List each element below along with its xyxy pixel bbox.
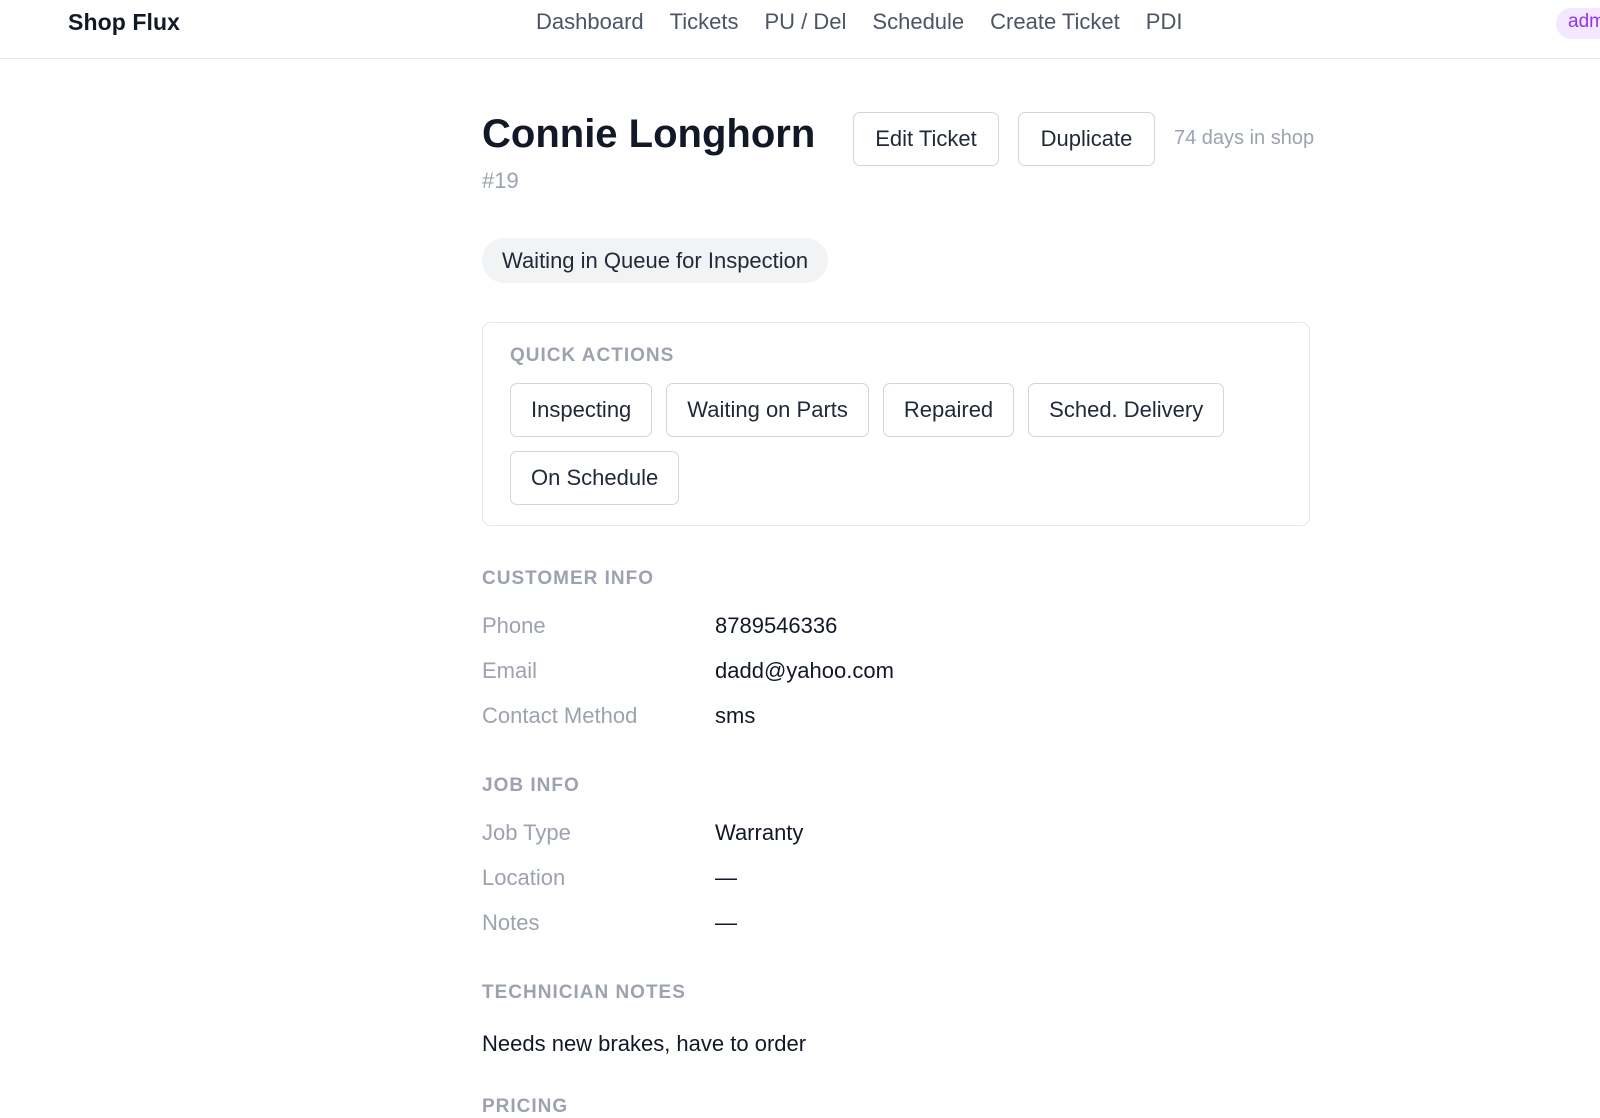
notes-value: — — [715, 910, 737, 935]
inspecting-button[interactable]: Inspecting — [510, 383, 653, 437]
job-type-label: Job Type — [482, 820, 571, 845]
app-brand[interactable]: Shop Flux — [68, 9, 180, 36]
info-row-location: Location — — [482, 865, 1310, 910]
info-row-phone: Phone 8789546336 — [482, 613, 1310, 658]
nav-link-create-ticket[interactable]: Create Ticket — [990, 9, 1120, 35]
top-navigation-bar: Shop Flux Dashboard Tickets PU / Del Sch… — [0, 0, 1600, 59]
phone-value: 8789546336 — [715, 613, 838, 638]
pricing-heading: PRICING — [482, 1096, 569, 1117]
main-nav: Dashboard Tickets PU / Del Schedule Crea… — [536, 9, 1182, 35]
ticket-number: #19 — [482, 168, 519, 193]
customer-info-heading: CUSTOMER INFO — [482, 568, 655, 589]
status-badge: Waiting in Queue for Inspection — [482, 238, 829, 283]
page-title: Connie Longhorn — [482, 112, 816, 156]
info-row-contact-method: Contact Method sms — [482, 703, 1310, 748]
job-info-heading: JOB INFO — [482, 775, 580, 796]
contact-method-label: Contact Method — [482, 703, 638, 728]
on-schedule-button[interactable]: On Schedule — [510, 451, 680, 505]
location-label: Location — [482, 865, 566, 890]
sched-delivery-button[interactable]: Sched. Delivery — [1028, 383, 1225, 437]
quick-actions-heading: QUICK ACTIONS — [510, 345, 675, 366]
quick-actions-buttons: Inspecting Waiting on Parts Repaired Sch… — [510, 383, 1270, 505]
nav-link-tickets[interactable]: Tickets — [670, 9, 739, 35]
nav-link-pdi[interactable]: PDI — [1146, 9, 1183, 35]
info-row-notes: Notes — — [482, 910, 1310, 955]
job-info-rows: Job Type Warranty Location — Notes — — [482, 820, 1310, 955]
edit-ticket-button[interactable]: Edit Ticket — [853, 112, 999, 166]
duplicate-button[interactable]: Duplicate — [1018, 112, 1155, 166]
customer-info-section: CUSTOMER INFO Phone 8789546336 Email dad… — [482, 568, 1310, 748]
contact-method-value: sms — [715, 703, 756, 728]
nav-link-dashboard[interactable]: Dashboard — [536, 9, 644, 35]
customer-info-rows: Phone 8789546336 Email dadd@yahoo.com Co… — [482, 613, 1310, 748]
info-row-email: Email dadd@yahoo.com — [482, 658, 1310, 703]
notes-label: Notes — [482, 910, 540, 935]
technician-notes-heading: TECHNICIAN NOTES — [482, 982, 686, 1003]
location-value: — — [715, 865, 737, 890]
ticket-header: Connie Longhorn Edit Ticket Duplicate 74… — [482, 110, 1314, 170]
info-row-job-type: Job Type Warranty — [482, 820, 1310, 865]
nav-link-schedule[interactable]: Schedule — [872, 9, 964, 35]
nav-link-pickup-delivery[interactable]: PU / Del — [765, 9, 847, 35]
technician-notes-section: TECHNICIAN NOTES Needs new brakes, have … — [482, 982, 1310, 1057]
technician-notes-text: Needs new brakes, have to order — [482, 1031, 807, 1056]
title-row: Connie Longhorn Edit Ticket Duplicate 74… — [482, 110, 1314, 170]
job-info-section: JOB INFO Job Type Warranty Location — No… — [482, 775, 1310, 955]
quick-actions-card: QUICK ACTIONS Inspecting Waiting on Part… — [482, 322, 1310, 526]
user-role-badge: admin — [1556, 8, 1600, 39]
waiting-on-parts-button[interactable]: Waiting on Parts — [666, 383, 869, 437]
days-in-shop-text: 74 days in shop — [1174, 127, 1315, 149]
job-type-value: Warranty — [715, 820, 804, 845]
email-label: Email — [482, 658, 538, 683]
phone-label: Phone — [482, 613, 546, 638]
email-value: dadd@yahoo.com — [715, 658, 894, 683]
repaired-button[interactable]: Repaired — [882, 383, 1015, 437]
